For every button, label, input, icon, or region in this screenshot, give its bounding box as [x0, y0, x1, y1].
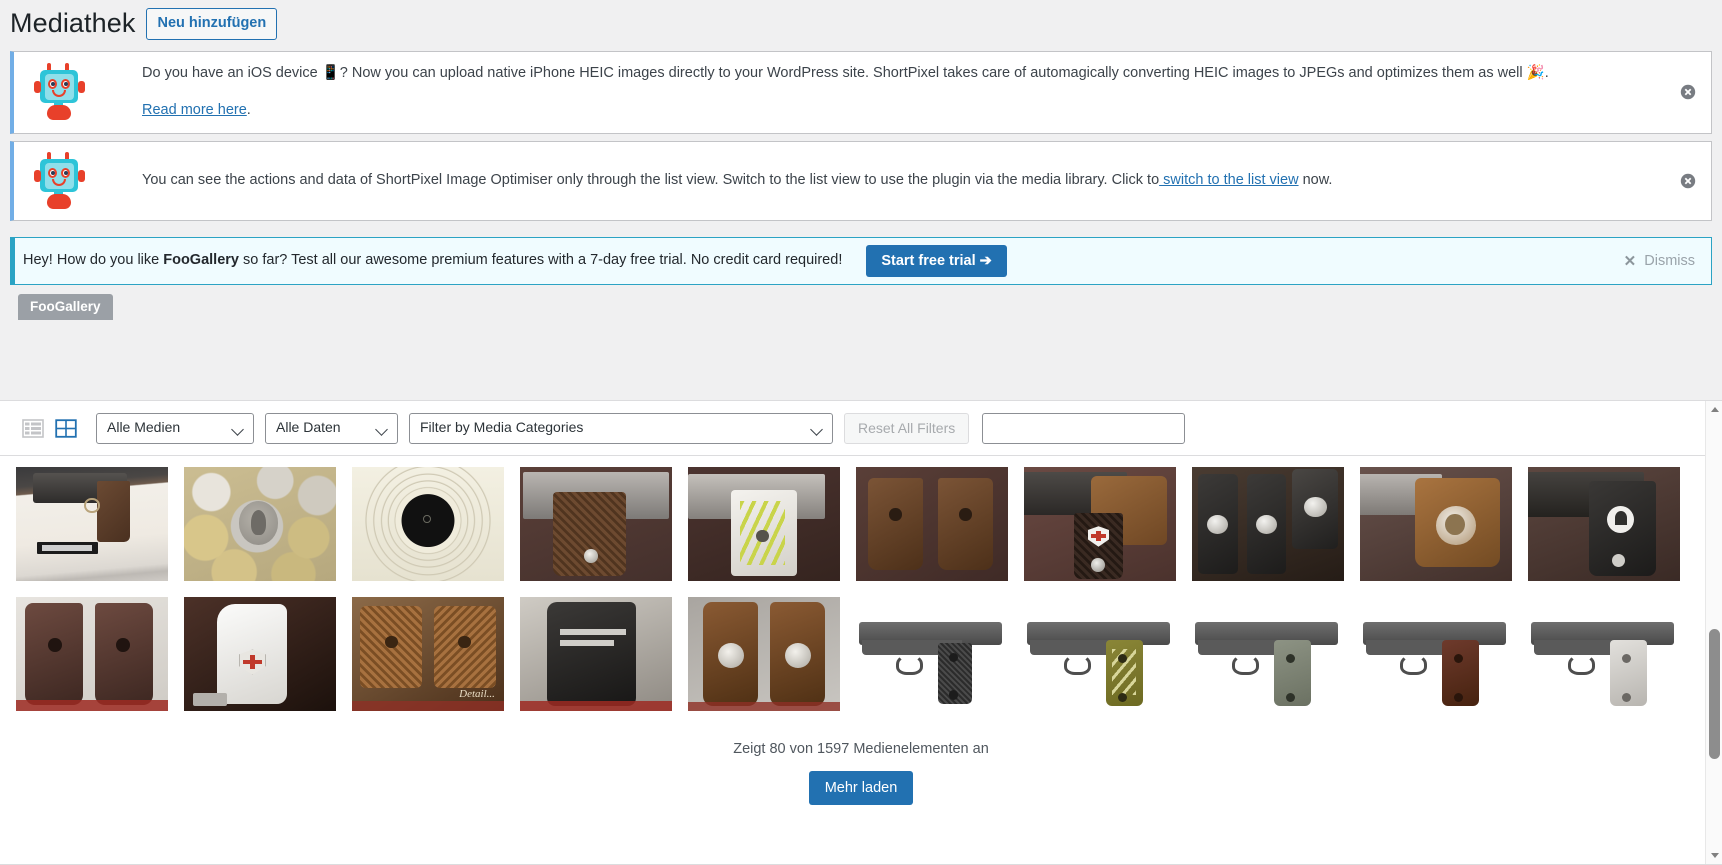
media-frame: Alle Medien Alle Daten Filter by Media C… — [0, 400, 1722, 865]
shortpixel-listview-notice: You can see the actions and data of Shor… — [10, 140, 1712, 221]
notice-link-paragraph: Read more here. — [142, 99, 1665, 122]
foogallery-trial-bar: Hey! How do you like FooGallery so far? … — [10, 236, 1712, 285]
shortpixel-heic-notice: Do you have an iOS device 📱? Now you can… — [10, 51, 1712, 134]
scrollbar-thumb[interactable] — [1709, 629, 1720, 759]
add-new-media-button[interactable]: Neu hinzufügen — [146, 7, 278, 41]
search-input[interactable] — [982, 412, 1186, 444]
notice-inner: Do you have an iOS device 📱? Now you can… — [14, 52, 1711, 133]
vertical-scrollbar[interactable] — [1705, 401, 1722, 864]
trial-text-after: so far? Test all our awesome premium fea… — [238, 252, 843, 269]
attachment-item[interactable] — [856, 467, 1008, 581]
load-count-info: Zeigt 80 von 1597 Medienelementen an — [733, 741, 989, 757]
media-type-filter[interactable]: Alle Medien — [96, 412, 254, 444]
attachment-item[interactable] — [352, 467, 504, 581]
attachment-item[interactable] — [1528, 467, 1680, 581]
attachments-grid: Detail... — [0, 457, 1722, 711]
notice-link-suffix: . — [246, 102, 251, 119]
close-icon[interactable] — [1679, 83, 1697, 101]
shortpixel-robot-icon — [34, 151, 86, 210]
reset-all-filters-button[interactable]: Reset All Filters — [844, 412, 970, 444]
media-toolbar: Alle Medien Alle Daten Filter by Media C… — [0, 401, 1722, 456]
media-category-filter[interactable]: Filter by Media Categories — [409, 412, 833, 444]
attachment-item[interactable] — [184, 597, 336, 711]
notice-text: Do you have an iOS device 📱? Now you can… — [142, 62, 1665, 123]
foogallery-brand: FooGallery — [163, 252, 239, 269]
attachment-item[interactable] — [688, 597, 840, 711]
attachment-item[interactable] — [184, 467, 336, 581]
attachment-item[interactable] — [16, 597, 168, 711]
notice-prefix: You can see the actions and data of Shor… — [142, 172, 1160, 189]
scroll-up-arrow-icon[interactable] — [1706, 401, 1722, 418]
attachment-item[interactable]: Detail... — [352, 597, 504, 711]
attachment-item[interactable] — [1360, 597, 1512, 711]
attachment-item[interactable] — [520, 467, 672, 581]
shortpixel-robot-icon — [34, 63, 86, 121]
tab-foogallery[interactable]: FooGallery — [18, 293, 113, 320]
foogallery-tab-row: FooGallery — [18, 293, 1722, 320]
close-icon[interactable] — [1679, 172, 1697, 190]
dismiss-trial-bar[interactable]: ✕ Dismiss — [1624, 252, 1695, 270]
trial-text-before: Hey! How do you like — [23, 252, 164, 269]
read-more-link[interactable]: Read more here — [142, 102, 247, 118]
attachment-item[interactable] — [520, 597, 672, 711]
media-library-page: Mediathek Neu hinzufügen Do you have an … — [0, 0, 1722, 865]
foogallery-trial-text: Hey! How do you like FooGallery so far? … — [23, 250, 842, 272]
start-free-trial-button[interactable]: Start free trial ➔ — [866, 244, 1007, 277]
notice-paragraph: You can see the actions and data of Shor… — [142, 169, 1665, 192]
attachment-item[interactable] — [1528, 597, 1680, 711]
page-title: Mediathek — [10, 8, 136, 39]
category-filter-wrap: Filter by Media Categories — [409, 412, 833, 444]
attachment-item[interactable] — [1192, 597, 1344, 711]
scroll-down-arrow-icon[interactable] — [1706, 847, 1722, 864]
page-header: Mediathek Neu hinzufügen — [0, 0, 1722, 44]
dismiss-label: Dismiss — [1644, 252, 1695, 269]
notice-inner: You can see the actions and data of Shor… — [14, 142, 1711, 220]
notice-paragraph: Do you have an iOS device 📱? Now you can… — [142, 65, 1549, 81]
close-icon: ✕ — [1623, 252, 1637, 270]
load-more-button[interactable]: Mehr laden — [808, 771, 914, 805]
attachment-thumbnail — [352, 467, 504, 581]
attachments-scroll-region: Detail... Zeigt 80 von 1597 Medienelemen… — [0, 457, 1722, 864]
list-view-icon[interactable] — [22, 418, 44, 439]
date-filter-wrap: Alle Daten — [265, 412, 398, 444]
attachment-item[interactable] — [1024, 597, 1176, 711]
attachment-item[interactable] — [1192, 467, 1344, 581]
grid-footer: Zeigt 80 von 1597 Medienelementen an Meh… — [0, 711, 1722, 805]
attachment-item[interactable] — [1360, 467, 1512, 581]
notice-suffix: now. — [1298, 172, 1333, 189]
attachment-item[interactable] — [16, 467, 168, 581]
view-switch — [22, 418, 77, 439]
attachment-item[interactable] — [856, 597, 1008, 711]
date-filter[interactable]: Alle Daten — [265, 412, 398, 444]
notice-text: You can see the actions and data of Shor… — [142, 169, 1665, 192]
attachment-item[interactable] — [1024, 467, 1176, 581]
grid-view-icon[interactable] — [55, 418, 77, 439]
attachment-item[interactable] — [688, 467, 840, 581]
switch-to-list-view-link[interactable]: switch to the list view — [1159, 172, 1298, 188]
media-type-filter-wrap: Alle Medien — [96, 412, 254, 444]
